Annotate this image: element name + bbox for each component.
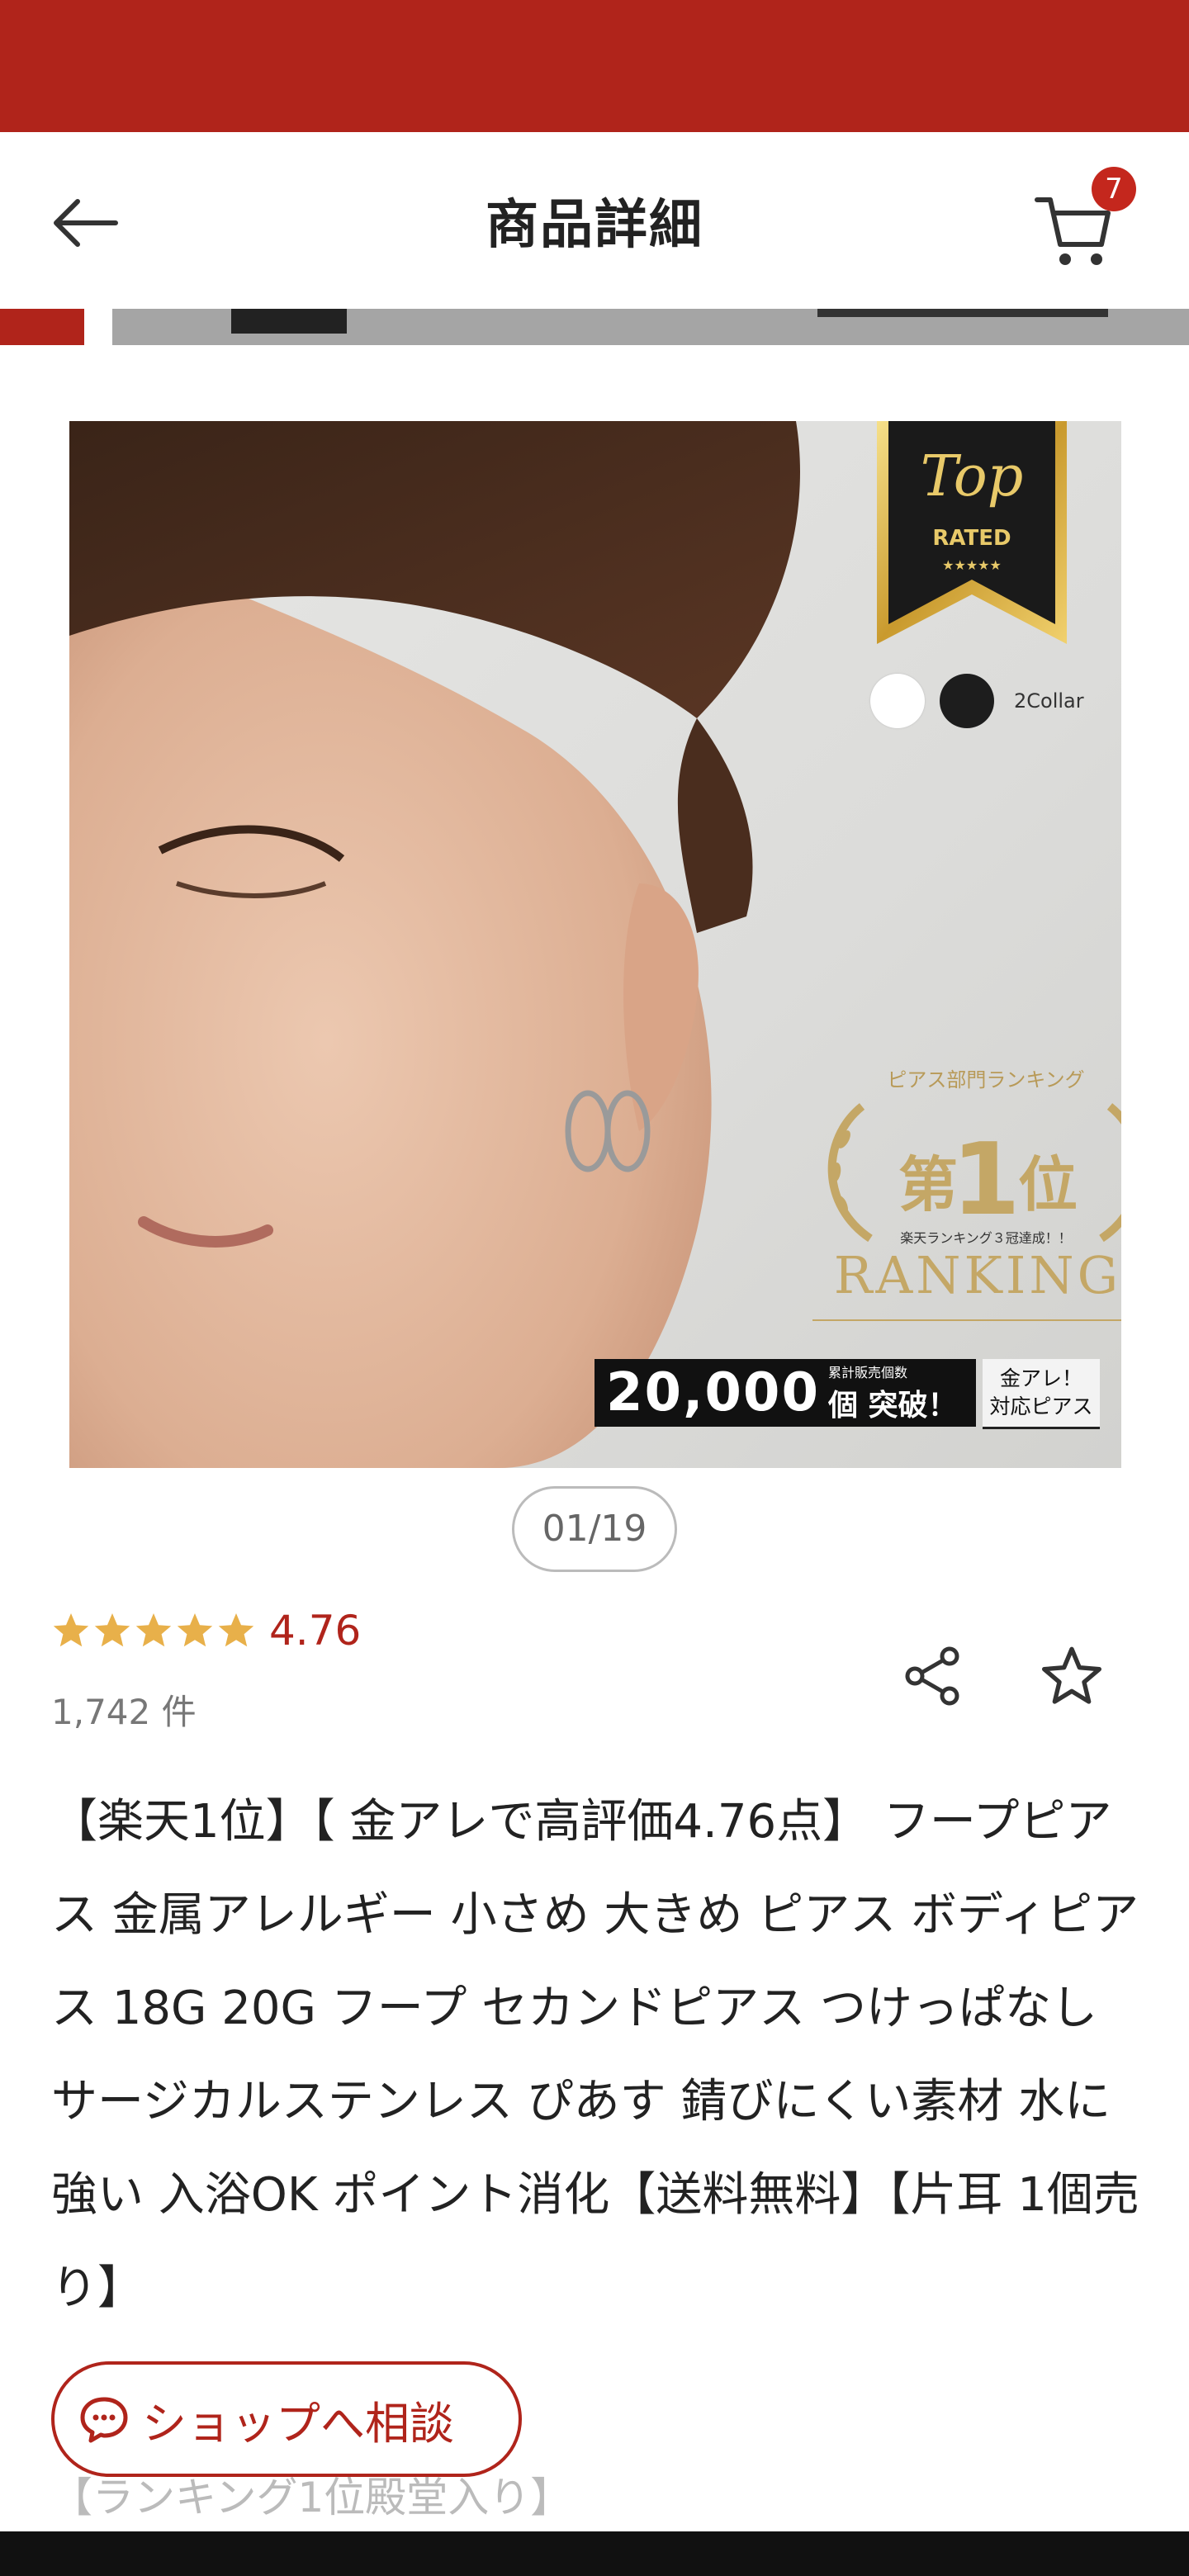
page-title: 商品詳細 bbox=[486, 195, 703, 256]
ranking-first-place: 第 1 位 楽天ランキング３冠達成！！ bbox=[827, 1103, 1121, 1246]
rating-stars bbox=[51, 1611, 256, 1650]
svg-text:1: 1 bbox=[951, 1123, 1021, 1238]
star-icon bbox=[218, 1613, 254, 1647]
product-image[interactable]: Top RATED ★★★★★ 2Collar ピアス部門ランキング 第 1 位… bbox=[69, 421, 1121, 1468]
status-bar bbox=[0, 0, 1189, 132]
rating-value: 4.76 bbox=[269, 1607, 362, 1655]
app-bar: 商品詳細 7 bbox=[0, 132, 1189, 309]
share-button[interactable] bbox=[892, 1635, 974, 1717]
back-button[interactable] bbox=[43, 182, 126, 264]
star-outline-icon bbox=[1042, 1646, 1101, 1704]
color-swatches: 2Collar bbox=[870, 674, 1084, 728]
svg-text:位: 位 bbox=[1018, 1150, 1078, 1219]
sales-suffix: 個 突破！ bbox=[827, 1389, 958, 1423]
rating-summary[interactable]: 4.76 bbox=[51, 1607, 361, 1655]
allergy-badge: 金アレ！ 対応ピアス bbox=[983, 1359, 1100, 1429]
sales-number: 20,000 bbox=[606, 1362, 820, 1423]
star-icon bbox=[53, 1613, 89, 1647]
thumbnail-strip[interactable] bbox=[0, 309, 1189, 345]
cart-count-badge: 7 bbox=[1092, 167, 1136, 211]
share-icon bbox=[905, 1646, 959, 1706]
thumbnail-detail bbox=[817, 309, 1108, 317]
chat-icon bbox=[80, 2397, 128, 2443]
color-swatch-black bbox=[940, 674, 994, 728]
contact-shop-label: ショップへ相談 bbox=[142, 2397, 454, 2450]
divider bbox=[812, 1319, 1121, 1321]
svg-text:Top: Top bbox=[921, 444, 1024, 509]
allergy-badge-line2: 対応ピアス bbox=[989, 1395, 1093, 1418]
cart-button[interactable]: 7 bbox=[1032, 167, 1136, 272]
sales-caption: 累計販売個数 bbox=[827, 1365, 907, 1380]
svg-text:楽天ランキング３冠達成！！: 楽天ランキング３冠達成！！ bbox=[900, 1230, 1072, 1246]
thumbnail-active[interactable] bbox=[0, 309, 84, 345]
color-swatch-white bbox=[870, 674, 925, 728]
svg-text:第: 第 bbox=[898, 1150, 958, 1219]
allergy-badge-line1: 金アレ！ bbox=[999, 1366, 1082, 1390]
star-icon bbox=[135, 1613, 172, 1647]
top-rated-badge: Top RATED ★★★★★ bbox=[877, 421, 1067, 644]
star-icon bbox=[177, 1613, 213, 1647]
favorite-button[interactable] bbox=[1030, 1635, 1113, 1717]
svg-text:RATED: RATED bbox=[932, 526, 1011, 551]
product-title: 【楽天1位】【 金アレで高評価4.76点】 フープピアス 金属アレルギー 小さめ… bbox=[51, 1795, 1139, 2315]
system-nav-bar bbox=[0, 2531, 1189, 2576]
contact-shop-button[interactable]: ショップへ相談 bbox=[51, 2361, 522, 2477]
back-arrow-icon bbox=[54, 199, 118, 247]
ranking-label: RANKING bbox=[833, 1245, 1121, 1305]
star-icon bbox=[94, 1613, 130, 1647]
sales-count-banner: 20,000 累計販売個数 個 突破！ bbox=[594, 1359, 976, 1427]
review-count[interactable]: 1,742 件 bbox=[51, 1684, 197, 1735]
image-counter: 01/19 bbox=[512, 1486, 677, 1572]
thumbnail-detail bbox=[231, 309, 347, 334]
color-count-label: 2Collar bbox=[1014, 689, 1084, 713]
svg-text:★★★★★: ★★★★★ bbox=[942, 557, 1002, 573]
